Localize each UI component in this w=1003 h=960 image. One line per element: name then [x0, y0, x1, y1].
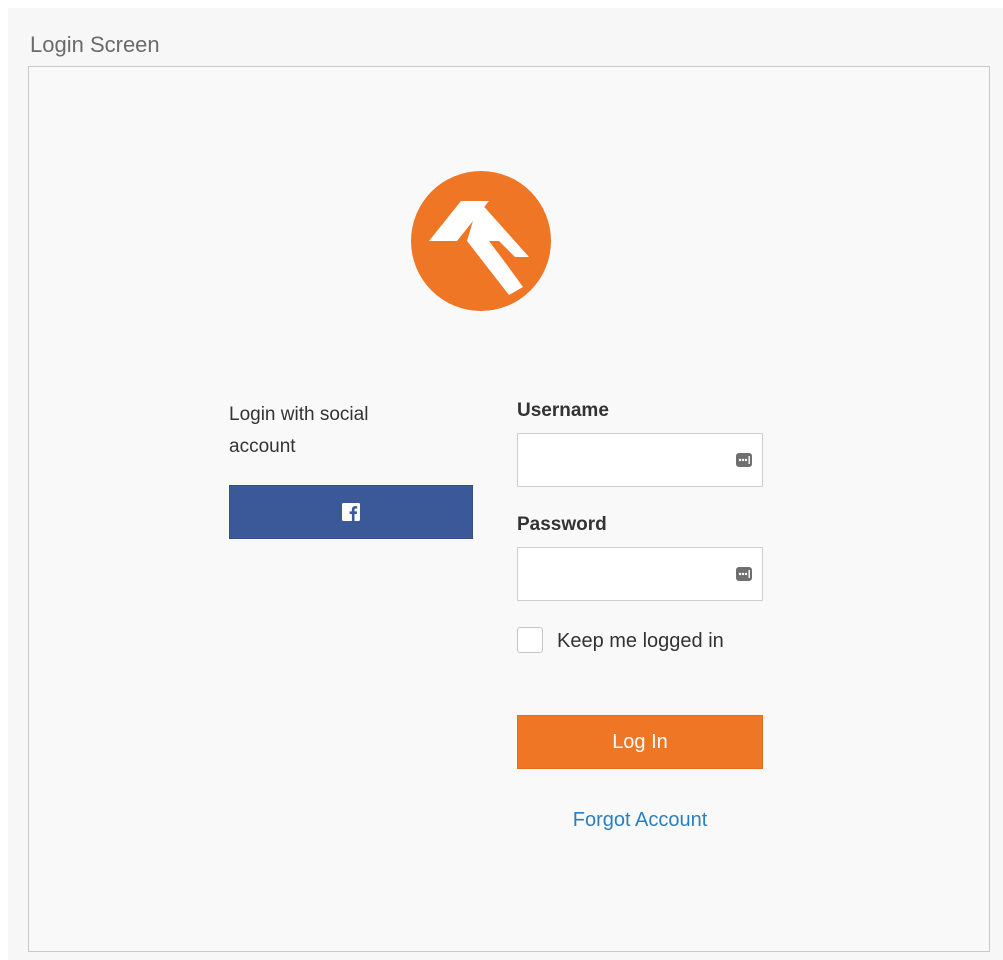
- forgot-account-link[interactable]: Forgot Account: [517, 809, 763, 832]
- facebook-login-button[interactable]: [229, 485, 473, 539]
- social-login-label: Login with social account: [229, 404, 369, 457]
- password-field-wrapper: [517, 547, 763, 601]
- keep-logged-in-label[interactable]: Keep me logged in: [557, 625, 737, 657]
- rock-rms-logo-icon: [411, 171, 551, 311]
- password-manager-icon[interactable]: [736, 452, 752, 468]
- login-button[interactable]: Log In: [517, 715, 763, 769]
- keep-logged-in-checkbox[interactable]: [517, 627, 543, 653]
- screen-title: Login Screen: [30, 32, 160, 57]
- password-input[interactable]: [528, 556, 722, 594]
- password-manager-icon[interactable]: [736, 566, 752, 582]
- username-field-wrapper: [517, 433, 763, 487]
- username-input[interactable]: [528, 442, 722, 480]
- login-panel: Login with social account Username Passw…: [28, 66, 990, 952]
- page: Login Screen Login with social account U…: [8, 8, 1003, 960]
- username-label: Username: [517, 400, 609, 421]
- password-label: Password: [517, 514, 607, 535]
- facebook-icon: [342, 503, 360, 521]
